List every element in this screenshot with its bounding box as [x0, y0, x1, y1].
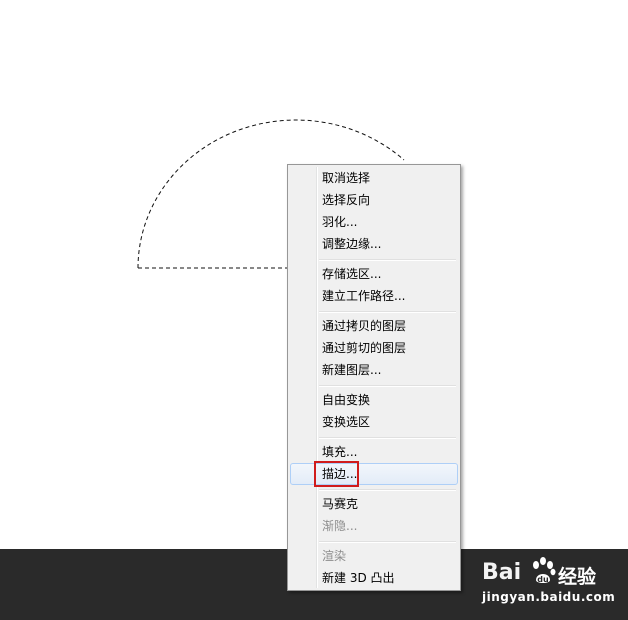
menu-item-transform-selection[interactable]: 变换选区: [290, 411, 458, 433]
baidu-paw-icon: du: [533, 557, 556, 584]
menu-item-label: 新建图层...: [322, 363, 382, 377]
menu-separator: [319, 259, 456, 261]
menu-item-feather[interactable]: 羽化...: [290, 211, 458, 233]
menu-separator: [319, 541, 456, 543]
menu-item-new-3d-extrusion[interactable]: 新建 3D 凸出: [290, 567, 458, 589]
baidu-jingyan-watermark: Bai du 经验 jingyan.baidu.com: [476, 556, 626, 612]
menu-item-label: 羽化...: [322, 215, 358, 229]
menu-item-layer-via-copy[interactable]: 通过拷贝的图层: [290, 315, 458, 337]
menu-item-label: 渐隐...: [322, 519, 358, 533]
menu-item-label: 建立工作路径...: [322, 289, 406, 303]
menu-item-layer-via-cut[interactable]: 通过剪切的图层: [290, 337, 458, 359]
menu-item-label: 取消选择: [322, 171, 371, 185]
menu-separator: [319, 437, 456, 439]
menu-item-render[interactable]: 渲染: [290, 545, 458, 567]
context-menu: 取消选择 选择反向 羽化... 调整边缘... 存储选区... 建立工作路径..…: [287, 164, 461, 591]
watermark-brand-text: Bai: [482, 560, 522, 585]
menu-item-save-selection[interactable]: 存储选区...: [290, 263, 458, 285]
menu-separator: [319, 311, 456, 313]
menu-separator: [319, 489, 456, 491]
menu-separator: [319, 385, 456, 387]
menu-item-fade[interactable]: 渐隐...: [290, 515, 458, 537]
highlight-box: [314, 461, 359, 487]
menu-item-label: 新建 3D 凸出: [322, 571, 395, 585]
menu-item-label: 变换选区: [322, 415, 371, 429]
svg-text:du: du: [537, 575, 549, 584]
menu-item-label: 渲染: [322, 549, 347, 563]
menu-item-fill[interactable]: 填充...: [290, 441, 458, 463]
menu-item-refine-edge[interactable]: 调整边缘...: [290, 233, 458, 255]
menu-item-label: 自由变换: [322, 393, 371, 407]
menu-item-label: 存储选区...: [322, 267, 382, 281]
menu-item-label: 填充...: [322, 445, 358, 459]
watermark-brand-suffix: 经验: [558, 566, 597, 588]
menu-item-new-layer[interactable]: 新建图层...: [290, 359, 458, 381]
watermark-url: jingyan.baidu.com: [482, 590, 616, 604]
menu-item-mosaic[interactable]: 马赛克: [290, 493, 458, 515]
menu-item-label: 选择反向: [322, 193, 371, 207]
menu-item-label: 调整边缘...: [322, 237, 382, 251]
menu-item-label: 马赛克: [322, 497, 359, 511]
menu-item-select-inverse[interactable]: 选择反向: [290, 189, 458, 211]
menu-item-free-transform[interactable]: 自由变换: [290, 389, 458, 411]
menu-item-label: 通过拷贝的图层: [322, 319, 407, 333]
menu-item-make-work-path[interactable]: 建立工作路径...: [290, 285, 458, 307]
menu-item-label: 通过剪切的图层: [322, 341, 407, 355]
menu-item-deselect[interactable]: 取消选择: [290, 167, 458, 189]
